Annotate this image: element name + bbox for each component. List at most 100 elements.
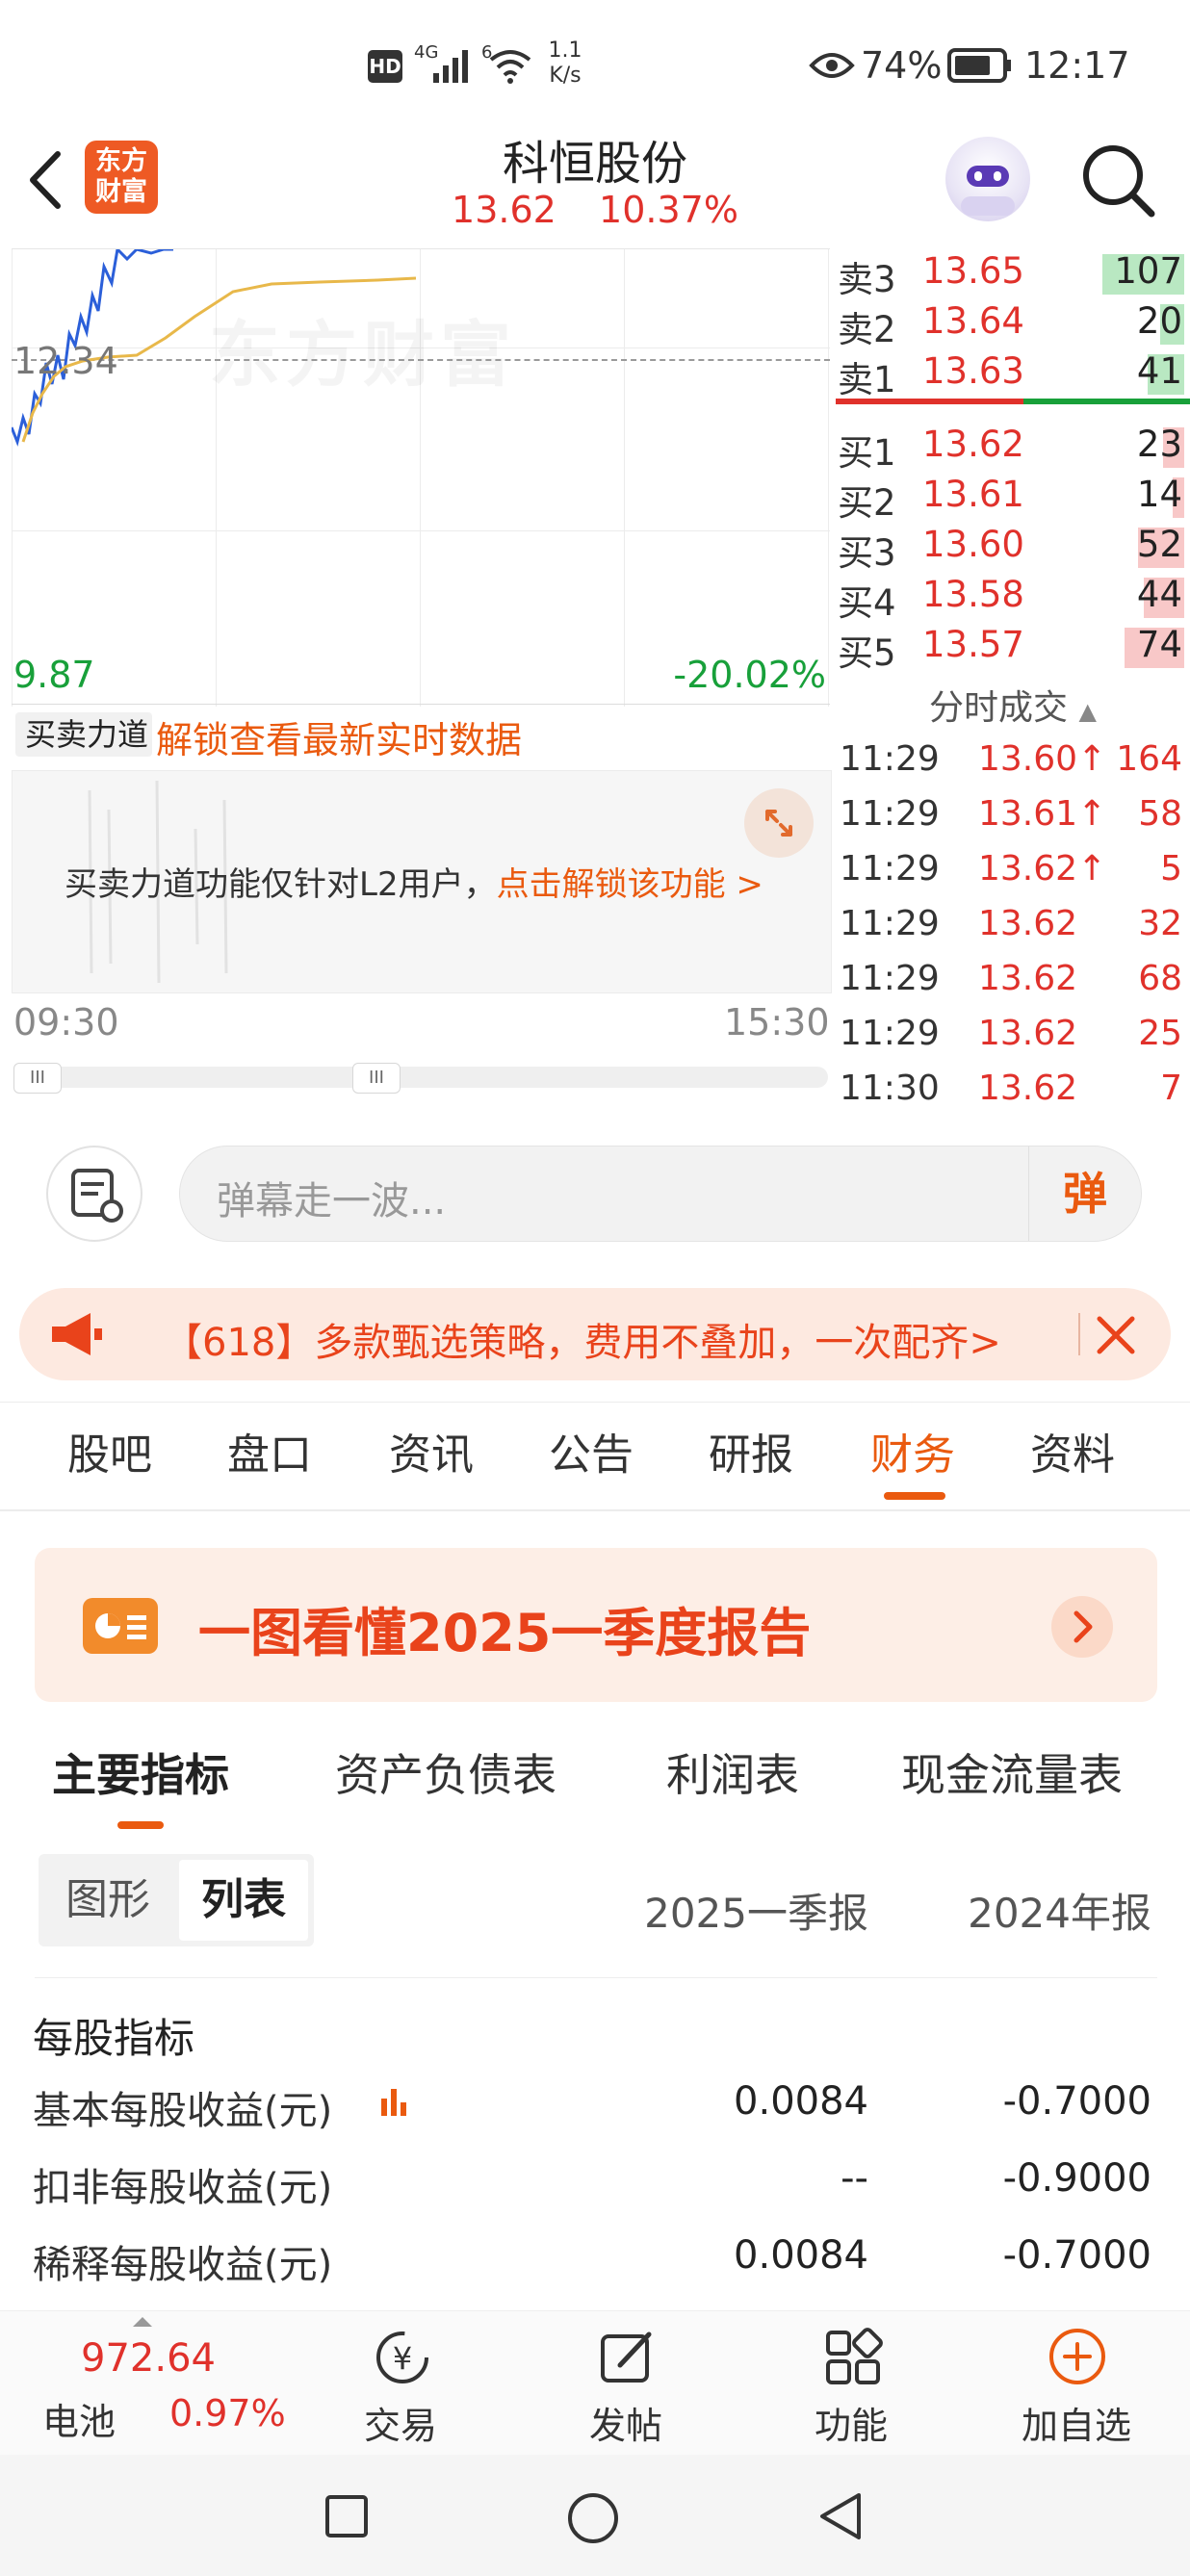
index-name: 电池 <box>42 2401 116 2443</box>
finance-row[interactable]: 基本每股收益(元) 0.0084 -0.7000 <box>0 2079 1190 2147</box>
level-volume: 23 <box>1136 424 1182 465</box>
bid-row[interactable]: 买5 13.57 74 <box>836 622 1190 674</box>
trade-row: 11:29 13.62 68 <box>836 955 1190 1010</box>
level-label: 买1 <box>838 432 896 474</box>
ask-row[interactable]: 卖1 13.63 41 <box>836 348 1190 400</box>
promo-banner[interactable]: 【618】多款甄选策略，费用不叠加，一次配齐> <box>19 1288 1171 1380</box>
speed-unit: K/s <box>549 64 582 88</box>
range-scroller[interactable] <box>13 1067 828 1088</box>
bid-row[interactable]: 买3 13.60 52 <box>836 522 1190 574</box>
toggle-graph[interactable]: 图形 <box>39 1854 177 1946</box>
level-volume: 52 <box>1136 524 1182 565</box>
bar-chart-icon[interactable] <box>379 2085 414 2124</box>
signal-icon <box>433 50 468 83</box>
stock-header: 东方 财富 科恒股份 13.62 10.37% <box>0 125 1190 250</box>
trade-price-wrap: 13.60↑ <box>978 739 1106 779</box>
danmaku-send-label: 弹 <box>1063 1168 1107 1220</box>
search-icon[interactable] <box>1078 141 1159 221</box>
back-nav-icon[interactable] <box>816 2489 865 2543</box>
level-volume: 14 <box>1136 474 1182 515</box>
ask-row[interactable]: 卖3 13.65 107 <box>836 248 1190 300</box>
finance-tab-3[interactable]: 现金流量表 <box>901 1740 1123 1804</box>
finance-tab-1[interactable]: 资产负债表 <box>335 1740 556 1804</box>
trade-price-wrap: 13.61↑ <box>978 794 1106 834</box>
toggle-list[interactable]: 列表 <box>179 1860 308 1941</box>
back-icon[interactable] <box>21 146 69 214</box>
trades-header[interactable]: 分时成交 ▲ <box>836 680 1190 730</box>
trade-row: 11:30 13.62 7 <box>836 1065 1190 1120</box>
battery-percent: 74% <box>861 44 943 87</box>
trade-button[interactable]: ¥ 交易 <box>323 2311 478 2456</box>
add-watchlist-button[interactable]: 加自选 <box>999 2311 1153 2456</box>
finance-tab-0[interactable]: 主要指标 <box>52 1740 229 1804</box>
danmaku-input[interactable]: 弹幕走一波... 弹 <box>179 1146 1142 1242</box>
tab-0[interactable]: 股吧 <box>67 1420 152 1481</box>
bid-row[interactable]: 买4 13.58 44 <box>836 572 1190 624</box>
trade-price-wrap: 13.62↑ <box>978 849 1106 889</box>
eastmoney-logo[interactable]: 东方 财富 <box>85 141 158 214</box>
level-label: 买5 <box>838 632 896 674</box>
locked-message: 买卖力道功能仅针对L2用户，点击解锁该功能 > <box>65 858 763 905</box>
functions-button[interactable]: 功能 <box>774 2311 928 2456</box>
level-volume: 41 <box>1136 350 1182 392</box>
bid-row[interactable]: 买1 13.62 23 <box>836 422 1190 474</box>
danmaku-placeholder: 弹幕走一波... <box>217 1179 447 1224</box>
column-header-2: 2024年报 <box>968 1890 1151 1937</box>
tab-6[interactable]: 资料 <box>1030 1420 1115 1481</box>
expand-icon[interactable] <box>744 788 814 858</box>
net-speed: 1.1 K/s <box>541 39 589 89</box>
view-toggle: 图形 列表 <box>39 1854 314 1946</box>
section-title: 每股指标 <box>33 2015 195 2062</box>
column-header-1: 2025一季报 <box>644 1890 868 1937</box>
finance-value-1: 0.0084 <box>734 2079 868 2124</box>
report-banner-title: 一图看懂2025一季度报告 <box>198 1603 812 1663</box>
trade-volume: 58 <box>1138 794 1182 834</box>
range-handle-right[interactable]: III <box>352 1063 401 1094</box>
robot-avatar-icon[interactable] <box>945 137 1030 221</box>
range-handle-left[interactable]: III <box>13 1063 62 1094</box>
finance-tab-2[interactable]: 利润表 <box>666 1740 799 1804</box>
locked-indicator-panel[interactable]: 买卖力道功能仅针对L2用户，点击解锁该功能 > <box>12 770 832 993</box>
tab-2[interactable]: 资讯 <box>389 1420 474 1481</box>
tab-5[interactable]: 财务 <box>870 1420 955 1481</box>
index-pct: 0.97% <box>169 2392 286 2434</box>
trade-price: 13.61 <box>978 794 1078 834</box>
report-banner[interactable]: 一图看懂2025一季度报告 <box>35 1548 1157 1702</box>
trade-time: 11:29 <box>840 904 940 943</box>
tab-4[interactable]: 研报 <box>709 1420 793 1481</box>
post-button[interactable]: 发帖 <box>549 2311 703 2456</box>
level-volume: 107 <box>1114 250 1182 292</box>
svg-text:¥: ¥ <box>393 2340 412 2377</box>
finance-row[interactable]: 稀释每股收益(元) 0.0084 -0.7000 <box>0 2233 1190 2301</box>
system-nav-bar <box>0 2455 1190 2576</box>
finance-row[interactable]: 扣非每股收益(元) -- -0.9000 <box>0 2156 1190 2224</box>
tab-1[interactable]: 盘口 <box>227 1420 312 1481</box>
level-label: 买4 <box>838 582 896 624</box>
index-widget[interactable]: 972.64 电池 0.97% <box>29 2311 289 2456</box>
intraday-chart[interactable]: 东方财富 12.34 9.87 -20.02% <box>12 248 830 707</box>
indicator-select-label: 买卖力道 <box>25 716 149 753</box>
ask-row[interactable]: 卖2 13.64 20 <box>836 298 1190 350</box>
danmaku-send-button[interactable]: 弹 <box>1028 1146 1141 1241</box>
close-icon[interactable] <box>1094 1313 1138 1357</box>
megaphone-icon <box>52 1313 102 1355</box>
trade-volume: 68 <box>1138 959 1182 998</box>
trade-time: 11:29 <box>840 1014 940 1053</box>
recent-apps-icon[interactable] <box>323 2493 370 2539</box>
trade-price: 13.62 <box>978 904 1078 943</box>
price-line <box>12 249 417 447</box>
home-icon[interactable] <box>566 2491 620 2545</box>
bid-row[interactable]: 买2 13.61 14 <box>836 472 1190 524</box>
tab-3[interactable]: 公告 <box>549 1420 634 1481</box>
level-price: 13.65 <box>922 250 1024 292</box>
trade-price: 13.62 <box>978 849 1078 889</box>
level-price: 13.62 <box>922 424 1024 465</box>
level-volume: 20 <box>1136 300 1182 342</box>
indicator-select[interactable]: 买卖力道 ▼ <box>15 712 152 794</box>
level-label: 买3 <box>838 532 896 574</box>
tabs-bottom-divider <box>0 1509 1190 1511</box>
unlock-realtime-link[interactable]: 解锁查看最新实时数据 <box>156 710 522 763</box>
danmaku-settings-icon[interactable] <box>46 1146 142 1242</box>
locked-unlock-link[interactable]: 点击解锁该功能 > <box>497 865 763 904</box>
chevron-right-icon[interactable] <box>1051 1596 1113 1658</box>
